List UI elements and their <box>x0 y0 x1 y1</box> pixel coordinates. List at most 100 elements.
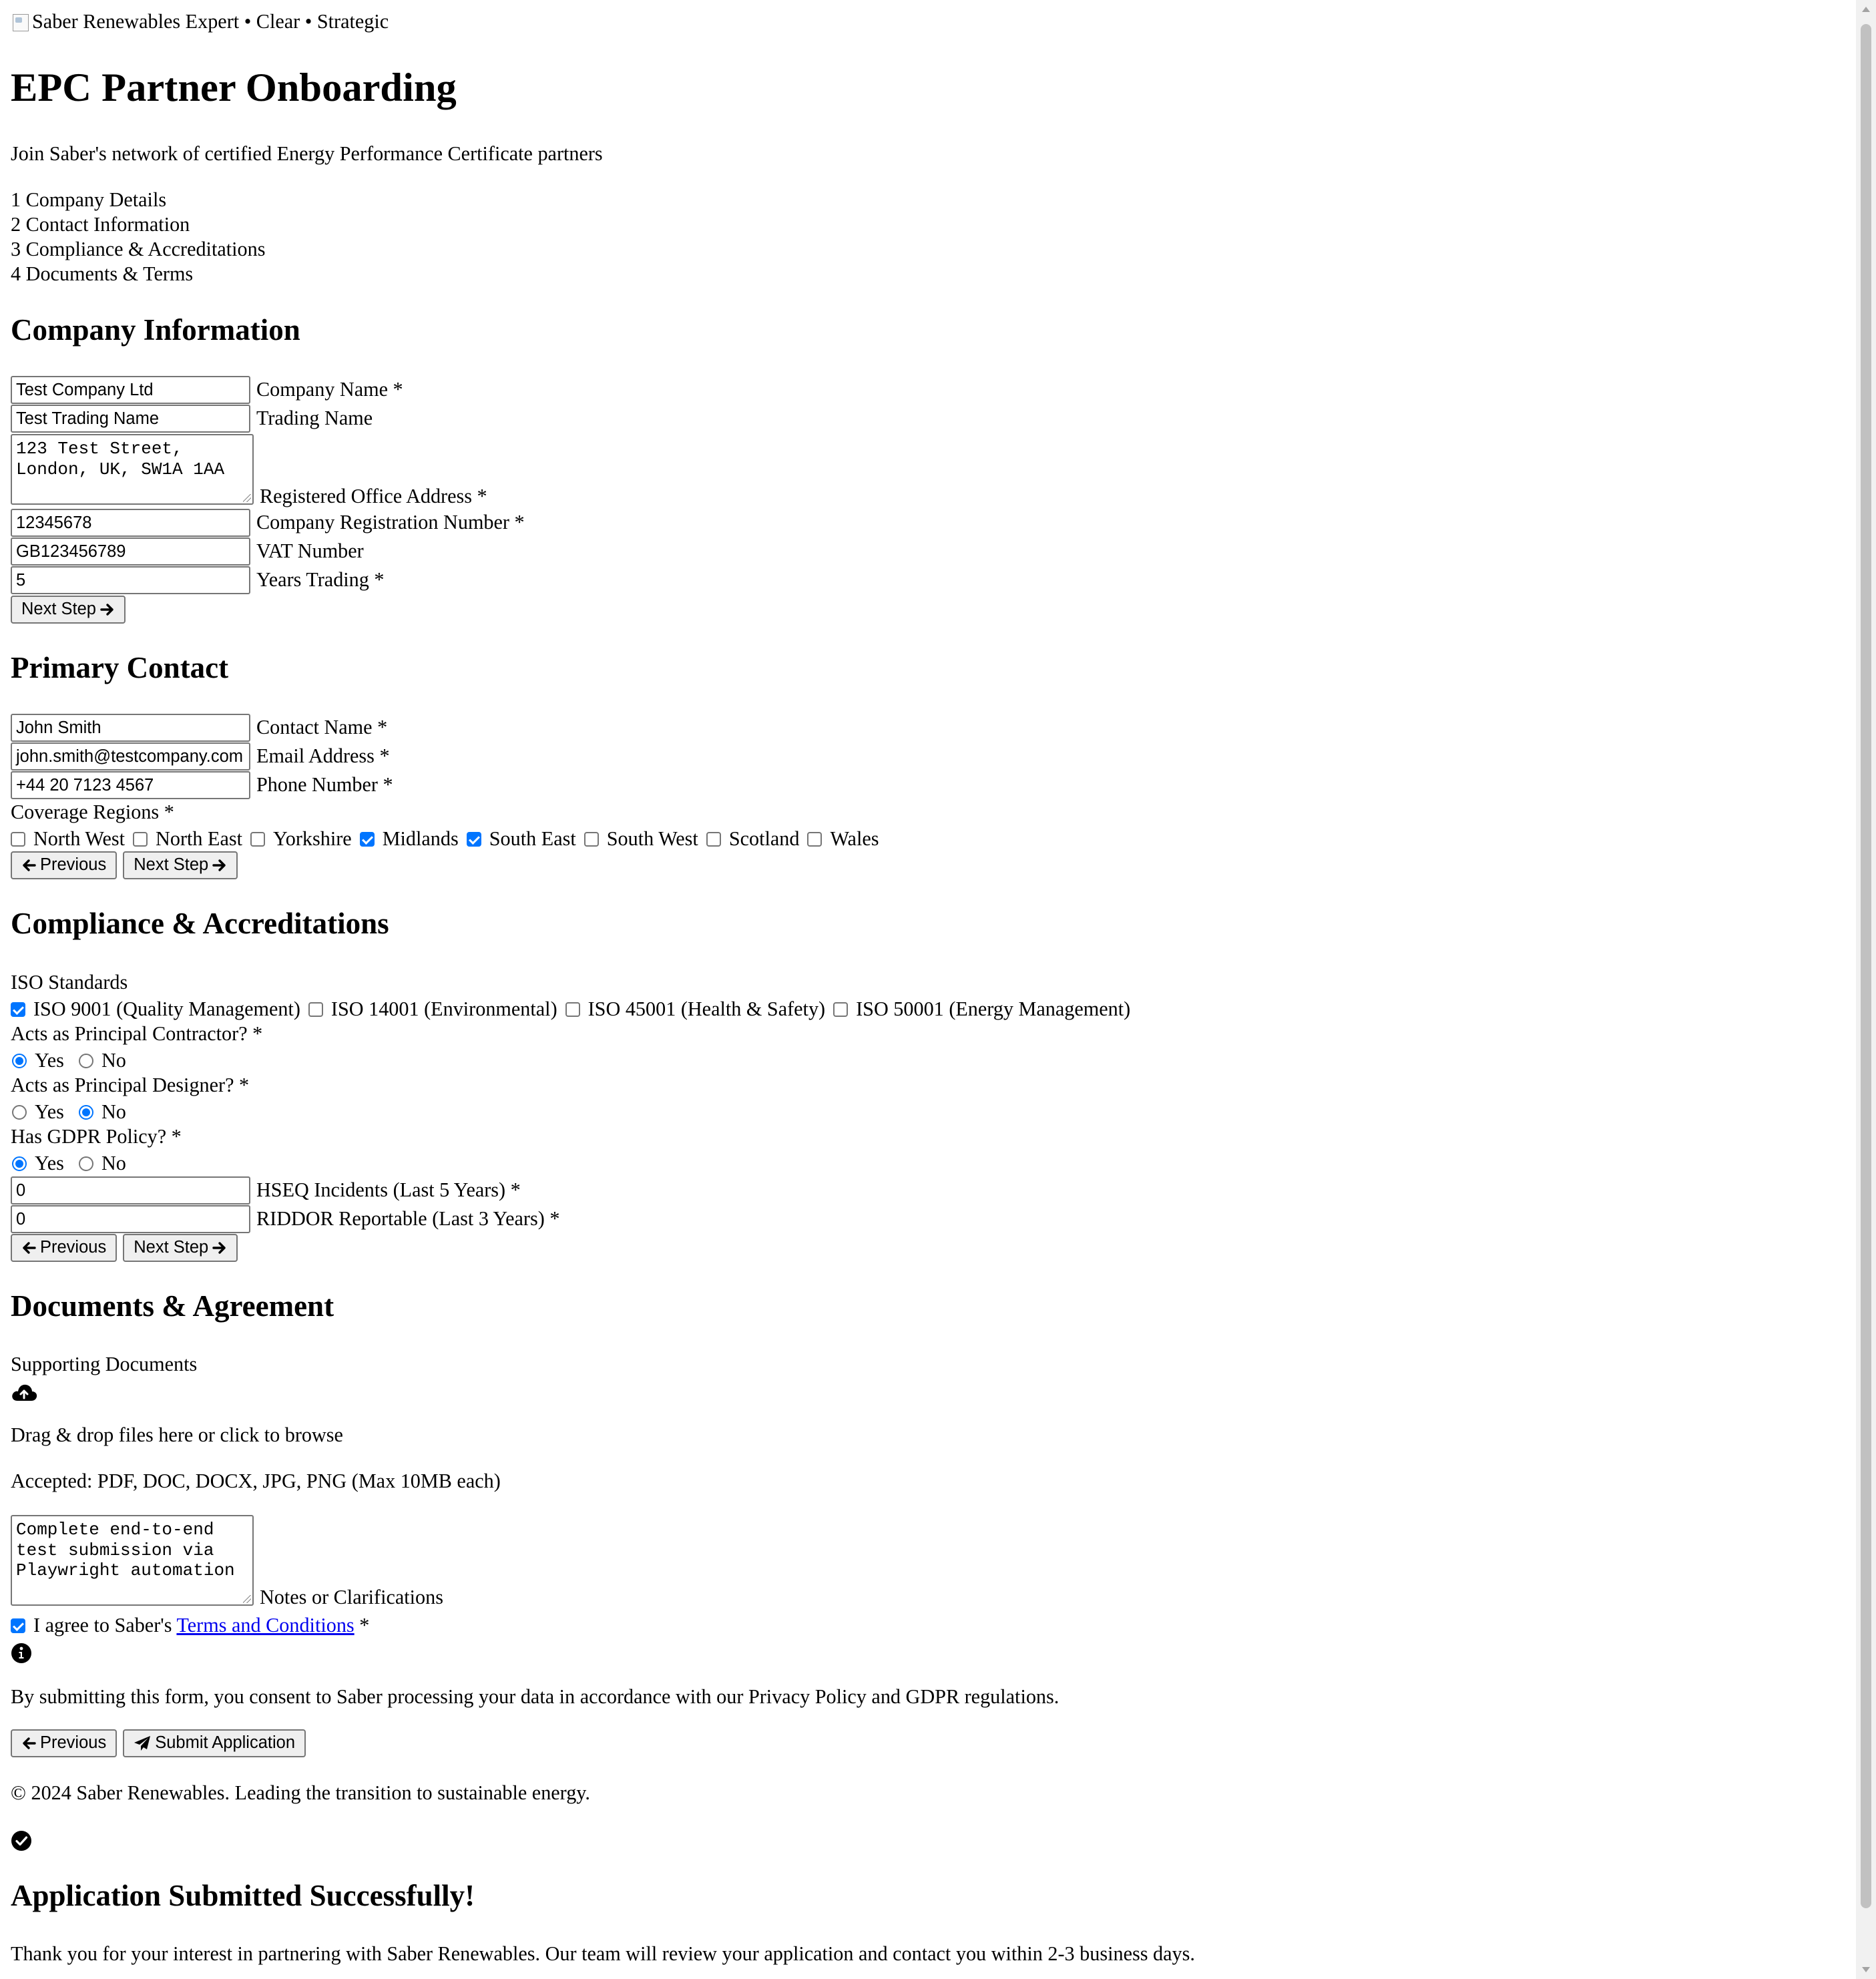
riddor-input[interactable]: 0 <box>11 1205 250 1233</box>
logo-alt-text: Saber Renewables Expert • Clear • Strate… <box>32 10 389 33</box>
upload-dropzone[interactable] <box>11 1378 37 1403</box>
gdpr-no-radio[interactable] <box>78 1156 93 1171</box>
footer-text: © 2024 Saber Renewables. Leading the tra… <box>11 1781 590 1804</box>
compliance-heading: Compliance & Accreditations <box>11 907 389 940</box>
address-textarea[interactable]: 123 Test Street, London, UK, SW1A 1AA <box>11 434 254 505</box>
compliance-previous-button[interactable]: Previous <box>11 1234 118 1262</box>
documents-heading: Documents & Agreement <box>11 1289 334 1323</box>
contact-previous-button[interactable]: Previous <box>11 851 118 879</box>
coverage-regions-group: North West North East Yorkshire Midlands… <box>5 827 881 851</box>
arrow-left-icon <box>23 859 36 871</box>
riddor-label: RIDDOR Reportable (Last 3 Years) * <box>256 1207 560 1231</box>
broken-image-icon <box>11 11 31 33</box>
arrow-left-icon <box>23 1242 36 1254</box>
paper-plane-icon <box>134 1736 151 1751</box>
region-label: South East <box>489 827 576 850</box>
region-checkbox[interactable] <box>11 831 25 847</box>
coverage-regions-label: Coverage Regions * <box>11 801 174 823</box>
scroll-down-icon[interactable] <box>1862 1967 1870 1972</box>
arrow-right-icon <box>100 604 113 616</box>
contact-name-label: Contact Name * <box>256 716 388 739</box>
check-circle-icon <box>11 1831 31 1851</box>
email-input[interactable]: john.smith@testcompany.com <box>11 742 250 771</box>
gdpr-yes-radio[interactable] <box>12 1156 27 1171</box>
scroll-up-icon[interactable] <box>1862 7 1870 12</box>
terms-link[interactable]: Terms and Conditions <box>176 1614 354 1636</box>
company-name-label: Company Name * <box>256 378 403 401</box>
notes-textarea[interactable]: Complete end-to-end test submission via … <box>11 1515 254 1606</box>
principal-designer-yes-radio[interactable] <box>12 1104 27 1120</box>
trading-name-label: Trading Name <box>256 407 373 430</box>
dropzone-text[interactable]: Drag & drop files here or click to brows… <box>11 1423 343 1448</box>
trading-name-input[interactable]: Test Trading Name <box>11 405 250 433</box>
accepted-formats-text: Accepted: PDF, DOC, DOCX, JPG, PNG (Max … <box>11 1470 501 1492</box>
notes-label: Notes or Clarifications <box>260 1585 443 1608</box>
region-checkbox[interactable] <box>250 831 265 847</box>
years-trading-label: Years Trading * <box>256 568 385 592</box>
company-next-button[interactable]: Next Step <box>11 596 126 624</box>
principal-contractor-group: Yes No <box>5 1048 129 1073</box>
page-subtitle: Join Saber's network of certified Energy… <box>11 142 603 165</box>
region-checkbox[interactable] <box>359 831 375 847</box>
company-name-input[interactable]: Test Company Ltd <box>11 376 250 404</box>
iso-label: ISO 45001 (Health & Safety) <box>588 998 826 1020</box>
contact-next-button[interactable]: Next Step <box>123 851 238 879</box>
iso-standards-group: ISO 9001 (Quality Management) ISO 14001 … <box>5 997 1133 1022</box>
region-checkbox[interactable] <box>583 831 599 847</box>
iso-label: ISO 14001 (Environmental) <box>330 998 557 1020</box>
region-label: North East <box>156 827 242 850</box>
region-checkbox[interactable] <box>466 831 481 847</box>
success-message: Thank you for your interest in partnerin… <box>11 1942 1195 1965</box>
radio-label: No <box>101 1049 126 1072</box>
radio-label: Yes <box>35 1100 64 1123</box>
vertical-scrollbar[interactable] <box>1856 0 1876 1979</box>
address-label: Registered Office Address * <box>260 484 487 507</box>
hseq-incidents-label: HSEQ Incidents (Last 5 Years) * <box>256 1178 521 1202</box>
logo: Saber Renewables Expert • Clear • Strate… <box>11 9 389 34</box>
iso-checkbox[interactable] <box>565 1002 580 1017</box>
principal-contractor-yes-radio[interactable] <box>12 1053 27 1068</box>
terms-agree-checkbox[interactable] <box>11 1618 25 1633</box>
info-icon <box>11 1643 31 1664</box>
arrow-right-icon <box>212 859 226 871</box>
step-4: 4 Documents & Terms <box>11 262 194 285</box>
principal-designer-no-radio[interactable] <box>78 1104 93 1120</box>
registration-number-label: Company Registration Number * <box>256 511 525 534</box>
region-label: Scotland <box>728 827 800 850</box>
step-3: 3 Compliance & Accreditations <box>11 238 266 260</box>
region-checkbox[interactable] <box>133 831 148 847</box>
terms-agree-text: I agree to Saber's Terms and Conditions … <box>33 1614 370 1636</box>
years-trading-input[interactable]: 5 <box>11 566 250 594</box>
hseq-incidents-input[interactable]: 0 <box>11 1176 250 1204</box>
success-icon-wrap <box>11 1827 32 1851</box>
success-heading: Application Submitted Successfully! <box>11 1879 475 1912</box>
iso-standards-label: ISO Standards <box>11 971 128 994</box>
region-checkbox[interactable] <box>706 831 721 847</box>
principal-designer-label: Acts as Principal Designer? * <box>11 1074 250 1096</box>
info-icon-wrap <box>11 1639 32 1664</box>
region-label: Wales <box>830 827 879 850</box>
radio-label: Yes <box>35 1049 64 1072</box>
region-label: North West <box>33 827 126 850</box>
region-checkbox[interactable] <box>807 831 823 847</box>
principal-contractor-label: Acts as Principal Contractor? * <box>11 1022 263 1045</box>
page-title: EPC Partner Onboarding <box>11 65 457 110</box>
phone-input[interactable]: +44 20 7123 4567 <box>11 771 250 799</box>
iso-checkbox[interactable] <box>308 1002 323 1017</box>
company-heading: Company Information <box>11 313 300 347</box>
registration-number-input[interactable]: 12345678 <box>11 509 250 537</box>
iso-checkbox[interactable] <box>11 1002 25 1017</box>
compliance-next-button[interactable]: Next Step <box>123 1234 238 1262</box>
documents-previous-button[interactable]: Previous <box>11 1729 118 1757</box>
arrow-left-icon <box>23 1737 36 1749</box>
iso-checkbox[interactable] <box>833 1002 849 1017</box>
email-label: Email Address * <box>256 744 390 768</box>
scrollbar-thumb[interactable] <box>1861 24 1871 1908</box>
submit-application-button[interactable]: Submit Application <box>123 1729 306 1757</box>
radio-label: No <box>101 1100 126 1123</box>
vat-number-input[interactable]: GB123456789 <box>11 537 250 566</box>
region-label: South West <box>606 827 698 850</box>
principal-contractor-no-radio[interactable] <box>78 1053 93 1068</box>
contact-name-input[interactable]: John Smith <box>11 714 250 742</box>
step-1: 1 Company Details <box>11 188 167 211</box>
